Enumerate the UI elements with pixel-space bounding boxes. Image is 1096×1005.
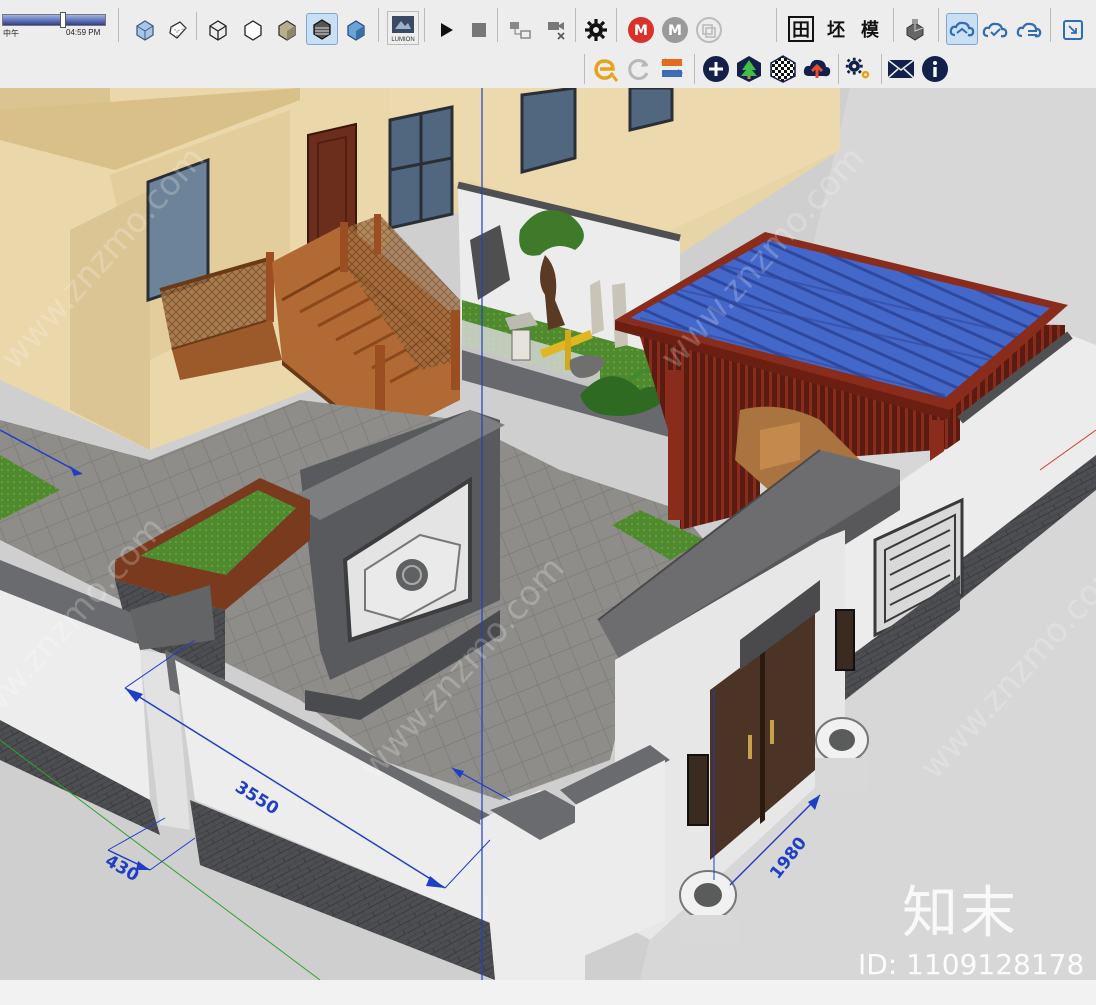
shaded-button[interactable] [272, 15, 302, 45]
remove-camera-button[interactable] [541, 15, 571, 45]
kanji-model-button[interactable]: 模 [856, 15, 884, 43]
m-badge-icon: M [628, 17, 654, 43]
shaded-with-textures-button[interactable] [306, 13, 338, 45]
time-slider-left-label: 中午 [3, 29, 19, 38]
time-slider[interactable] [2, 14, 106, 26]
shaded-with-textures-icon [313, 19, 331, 40]
lumion-icon: LUMION [391, 16, 415, 43]
time-slider-right-label: 04:59 PM [66, 28, 101, 37]
mail-button[interactable] [886, 54, 916, 84]
m-badge-grey-icon: M [662, 17, 688, 43]
monochrome-button[interactable] [341, 15, 371, 45]
copy-layers-icon [696, 17, 722, 43]
red-m-button[interactable]: M [626, 15, 656, 45]
status-bar [0, 980, 1096, 1005]
add-icon [703, 56, 729, 82]
settings-button[interactable] [843, 54, 873, 84]
copy-layers-button[interactable] [694, 15, 724, 45]
shaded-icon [278, 20, 296, 41]
info-icon [922, 56, 948, 82]
monochrome-icon [347, 20, 365, 41]
refresh-button[interactable] [624, 54, 654, 84]
gear-button[interactable] [581, 15, 611, 45]
hidden-line-icon [244, 20, 262, 41]
wireframe-button[interactable] [203, 15, 233, 45]
time-slider-knob[interactable] [60, 12, 66, 28]
lumion-button[interactable]: LUMION [387, 11, 419, 45]
hidden-line-button[interactable] [238, 15, 268, 45]
link-camera-icon [510, 22, 531, 39]
watermark-id: ID: 1109128178 [858, 948, 1085, 981]
link-camera-button[interactable] [505, 15, 535, 45]
remove-camera-icon [548, 22, 565, 40]
swap-view-icon [661, 58, 683, 77]
fullscreen-icon [1063, 20, 1083, 40]
xray-style-icon [136, 20, 154, 41]
cloud-upload-icon [803, 59, 831, 78]
fullscreen-button[interactable] [1058, 15, 1088, 45]
svg-text:M: M [634, 23, 648, 39]
cloud-upload-button[interactable] [802, 54, 832, 84]
cloud-list-button[interactable] [1014, 15, 1044, 45]
toolbar-row-1: 中午 04:59 PM LUMION M M 田 坯 模 [0, 0, 1096, 51]
model-viewport[interactable]: 3550 430 1980 www.znzmo.com www.znzmo.co… [0, 88, 1096, 980]
cloud-list-icon [1016, 22, 1042, 38]
enscape-icon [594, 59, 619, 82]
xray-style-button[interactable] [130, 15, 160, 45]
cloud-check-icon [982, 22, 1008, 38]
checker-icon [770, 55, 796, 83]
lumion-label: LUMION [391, 37, 414, 43]
cloud-sync-icon [949, 21, 975, 37]
settings-icon [845, 57, 870, 79]
cloud-sync-button[interactable] [946, 13, 978, 45]
mail-icon [887, 59, 915, 79]
stop-button[interactable] [464, 15, 494, 45]
gear-icon [585, 19, 607, 41]
play-icon [441, 23, 453, 37]
enscape-button[interactable] [590, 54, 620, 84]
watermark-logo: 知末 [902, 881, 1018, 946]
grey-m-button[interactable]: M [660, 15, 690, 45]
stop-icon [472, 23, 486, 37]
add-button[interactable] [701, 54, 731, 84]
tree-button[interactable] [734, 54, 764, 84]
kanji-blank-button[interactable]: 坯 [822, 15, 850, 43]
component-icon [906, 19, 924, 41]
svg-text:M: M [668, 23, 682, 39]
swap-view-button[interactable] [657, 54, 687, 84]
tree-icon [737, 56, 761, 82]
play-button[interactable] [431, 15, 461, 45]
refresh-icon [628, 59, 649, 80]
back-edges-button[interactable] [163, 15, 193, 45]
checker-button[interactable] [768, 54, 798, 84]
back-edges-icon [169, 21, 187, 39]
kanji-grid-button[interactable]: 田 [788, 16, 814, 42]
toolbar-row-2 [0, 50, 1096, 88]
cloud-check-button[interactable] [980, 15, 1010, 45]
wireframe-icon [209, 20, 227, 41]
info-button[interactable] [920, 54, 950, 84]
component-button[interactable] [900, 15, 930, 45]
